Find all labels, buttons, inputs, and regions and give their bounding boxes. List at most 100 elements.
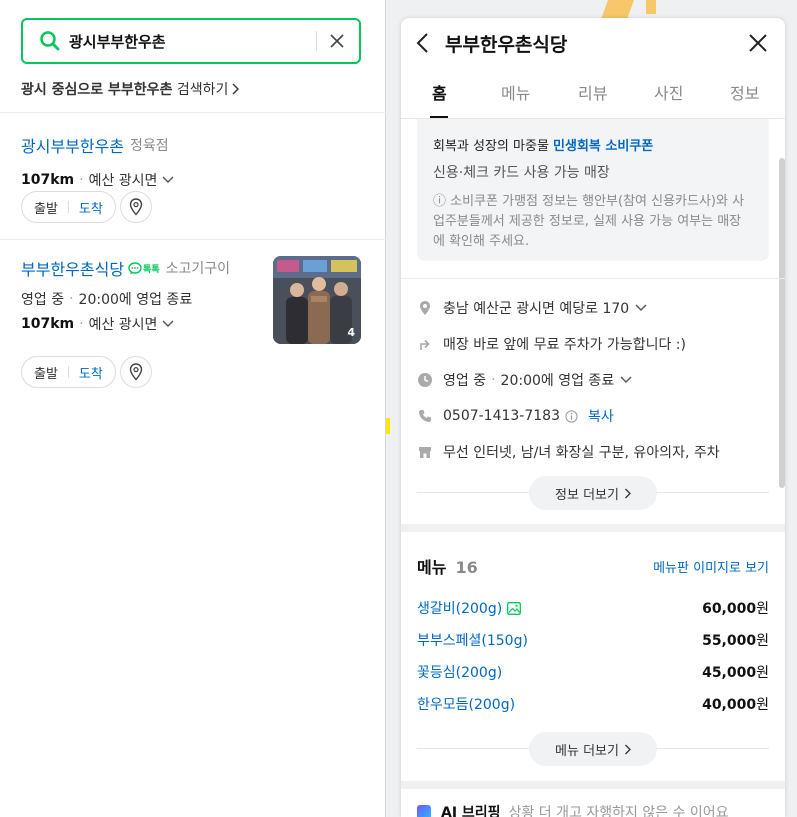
tab-menu[interactable]: 메뉴 [501,80,530,104]
info-address[interactable]: 충남 예산군 광시면 예당로 170 [417,290,769,326]
menu-item[interactable]: 생갈비(200g) 60,000원 [417,592,769,624]
closing-time: 20:00에 영업 종료 [500,373,615,389]
chevron-down-icon[interactable] [162,320,174,328]
menu-list: 생갈비(200g) 60,000원 부부스페셜(150g) 55,000원 꽃등… [417,592,769,720]
separator-dot: · [69,291,74,307]
chevron-right-icon [625,488,631,498]
clock-icon [418,373,432,387]
separator-dot: · [79,316,84,332]
search-icon [40,31,60,51]
save-place-button[interactable] [119,191,152,223]
info-list: 충남 예산군 광시면 예당로 170 매장 바로 앞에 무료 주차가 가능합니다… [417,290,769,470]
tab-review[interactable]: 리뷰 [578,80,607,104]
currency-unit: 원 [756,601,769,617]
talktalk-label: 톡톡 [143,264,160,275]
map-road [646,0,656,14]
route-button[interactable]: 출발 도착 [21,191,116,223]
menu-count: 16 [455,558,478,577]
suggest-tail: 검색하기 [172,82,229,98]
location-pin-icon [420,301,430,315]
search-suggestion-link[interactable]: 광시 중심으로 부부한우촌 검색하기 [21,79,240,99]
route-divider [67,201,69,213]
open-status: 영업 중 [21,292,65,308]
chevron-right-icon [625,744,631,754]
chevron-down-icon[interactable] [162,176,174,184]
route-button[interactable]: 출발 도착 [21,356,116,388]
close-icon[interactable] [749,34,767,52]
coupon-banner[interactable]: 회복과 성장의 마중물 민생회복 소비쿠폰 신용·체크 카드 사용 가능 매장 … [417,119,769,261]
tab-home[interactable]: 홈 [432,80,447,104]
coupon-note: ⓘ 소비쿠폰 가맹점 정보는 행안부(참여 신용카드사)와 사업주분들께서 제공… [433,194,745,249]
menu-section: 메뉴 16 메뉴판 이미지로 보기 생갈비(200g) 60,000원 부부스페… [417,554,769,720]
menu-more-button[interactable]: 메뉴 더보기 [529,732,657,766]
ai-briefing[interactable]: AI 브리핑 상황 더 개고 자행하지 않은 수 이어요 [417,802,728,817]
info-parking: 매장 바로 앞에 무료 주차가 가능합니다 :) [417,326,769,362]
scrollbar[interactable] [779,158,785,488]
back-arrow-icon[interactable] [415,32,429,54]
place-photo[interactable]: 4 [273,256,361,344]
start-button[interactable]: 출발 [34,363,58,382]
menu-heading: 메뉴 [417,558,447,577]
search-bar[interactable]: 광시부부한우촌 [21,18,361,64]
map-pin-icon [129,363,143,381]
info-amenities: 무선 인터넷, 남/녀 화장실 구분, 유아의자, 주차 [417,434,769,470]
currency-unit: 원 [756,665,769,681]
coupon-title: 회복과 성장의 마중물 민생회복 소비쿠폰 [433,135,753,154]
search-input[interactable]: 광시부부한우촌 [69,31,316,52]
info-phone: 0507-1413-7183 복사 [417,398,769,434]
map-pin-icon [129,198,143,216]
open-status: 영업 중 [443,373,487,389]
copy-button[interactable]: 복사 [588,406,614,426]
currency-unit: 원 [756,697,769,713]
ai-logo-icon [417,805,431,817]
clear-icon[interactable] [329,33,345,49]
suggest-keyword: 부부한우촌 [108,82,173,98]
separator-dot: · [491,372,496,388]
parking-text: 매장 바로 앞에 무료 주차가 가능합니다 :) [443,337,686,353]
info-icon[interactable] [565,409,578,423]
talktalk-badge[interactable]: 톡톡 [128,261,160,275]
arrive-button[interactable]: 도착 [79,363,103,382]
menu-more-label: 메뉴 더보기 [555,743,619,759]
menu-item[interactable]: 한우모듬(200g) 40,000원 [417,688,769,720]
result-2-actions: 출발 도착 [21,356,152,388]
menu-item[interactable]: 부부스페셜(150g) 55,000원 [417,624,769,656]
currency-unit: 원 [756,633,769,649]
result-1-actions: 출발 도착 [21,191,152,223]
place-distance: 107km [21,316,75,332]
result-item-1[interactable]: 광시부부한우촌 정육점 107km · 예산 광시면 [21,133,366,190]
info-hours[interactable]: 영업 중 · 20:00에 영업 종료 [417,362,769,398]
coupon-title-plain: 회복과 성장의 마중물 [433,139,554,154]
place-area: 예산 광시면 [88,317,158,333]
menu-item-name: 생갈비(200g) [417,601,503,617]
chevron-down-icon[interactable] [635,304,647,312]
amenities-text: 무선 인터넷, 남/녀 화장실 구분, 유아의자, 주차 [443,445,720,461]
menu-item-name: 꽃등심(200g) [417,665,503,681]
menu-item[interactable]: 꽃등심(200g) 45,000원 [417,656,769,688]
tab-photo[interactable]: 사진 [654,80,683,104]
map-marker[interactable] [386,418,390,434]
detail-tabs: 홈 메뉴 리뷰 사진 정보 [401,76,785,118]
start-button[interactable]: 출발 [34,198,58,217]
divider [0,112,386,113]
separator-dot: · [79,172,84,188]
menu-image-link[interactable]: 메뉴판 이미지로 보기 [653,557,769,576]
chevron-down-icon[interactable] [620,376,632,384]
tab-info[interactable]: 정보 [730,80,759,104]
place-name[interactable]: 부부한우촌식당 [21,256,124,280]
arrive-button[interactable]: 도착 [79,198,103,217]
coupon-title-highlight: 민생회복 소비쿠폰 [553,139,654,154]
place-name[interactable]: 광시부부한우촌 [21,133,124,157]
phone-icon [419,410,431,422]
closing-time: 20:00에 영업 종료 [78,292,193,308]
ai-briefing-title: AI 브리핑 [441,805,501,817]
save-place-button[interactable] [119,356,152,388]
menu-item-name: 한우모듬(200g) [417,697,516,713]
info-more-button[interactable]: 정보 더보기 [529,476,657,510]
store-icon [419,447,431,458]
chevron-right-icon [232,83,240,95]
divider [0,239,386,240]
menu-item-price: 55,000 [702,633,757,649]
divider [401,278,785,279]
menu-item-name: 부부스페셜(150g) [417,633,528,649]
